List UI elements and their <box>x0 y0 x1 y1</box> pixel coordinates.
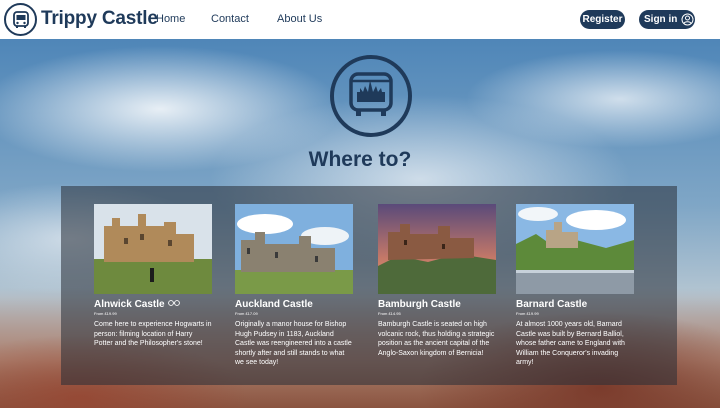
castle-name: Alnwick Castle <box>94 299 212 310</box>
alnwick-castle-photo[interactable] <box>94 204 212 294</box>
user-icon <box>681 13 694 26</box>
castle-price: From £19.99 <box>94 311 117 316</box>
castle-card-bamburgh[interactable]: Bamburgh Castle From £14.95 Bamburgh Cas… <box>378 204 496 358</box>
bus-logo-icon[interactable] <box>4 3 37 36</box>
castle-card-alnwick[interactable]: Alnwick Castle From £19.99 Come here to … <box>94 204 212 349</box>
castle-description: Come here to experience Hogwarts in pers… <box>94 321 212 347</box>
nav-link-home[interactable]: Home <box>156 13 185 25</box>
nav-link-contact[interactable]: Contact <box>211 13 249 25</box>
castle-name: Bamburgh Castle <box>378 299 461 310</box>
castle-name-text: Alnwick Castle <box>94 299 165 310</box>
register-label: Register <box>582 14 623 25</box>
castles-panel: Alnwick Castle From £19.99 Come here to … <box>61 186 677 385</box>
hero-title: Where to? <box>308 148 412 171</box>
brand-title[interactable]: Trippy Castle <box>41 8 158 30</box>
bus-castle-hero-icon <box>330 55 412 137</box>
castle-name: Barnard Castle <box>516 299 588 310</box>
signin-label: Sign in <box>644 14 678 25</box>
navbar: Trippy Castle Home Contact About Us Regi… <box>0 0 720 39</box>
castle-description: Bamburgh Castle is seated on high volcan… <box>378 321 495 357</box>
signin-button[interactable]: Sign in <box>639 10 695 29</box>
castle-description: At almost 1000 years old, Barnard Castle… <box>516 321 625 366</box>
barnard-castle-photo[interactable] <box>516 204 634 294</box>
register-button[interactable]: Register <box>580 10 625 29</box>
castle-price: From £17.09 <box>235 311 258 316</box>
castle-price: From £19.99 <box>516 311 539 316</box>
castle-card-barnard[interactable]: Barnard Castle From £19.99 At almost 100… <box>516 204 634 368</box>
nav-link-about-us[interactable]: About Us <box>277 13 322 25</box>
castle-name: Auckland Castle <box>235 299 313 310</box>
castle-price: From £14.95 <box>378 311 401 316</box>
castle-card-auckland[interactable]: Auckland Castle From £17.09 Originally a… <box>235 204 353 368</box>
harry-potter-glasses-icon <box>167 299 180 310</box>
bamburgh-castle-photo[interactable] <box>378 204 496 294</box>
castle-description: Originally a manor house for Bishop Hugh… <box>235 321 352 366</box>
auckland-castle-photo[interactable] <box>235 204 353 294</box>
